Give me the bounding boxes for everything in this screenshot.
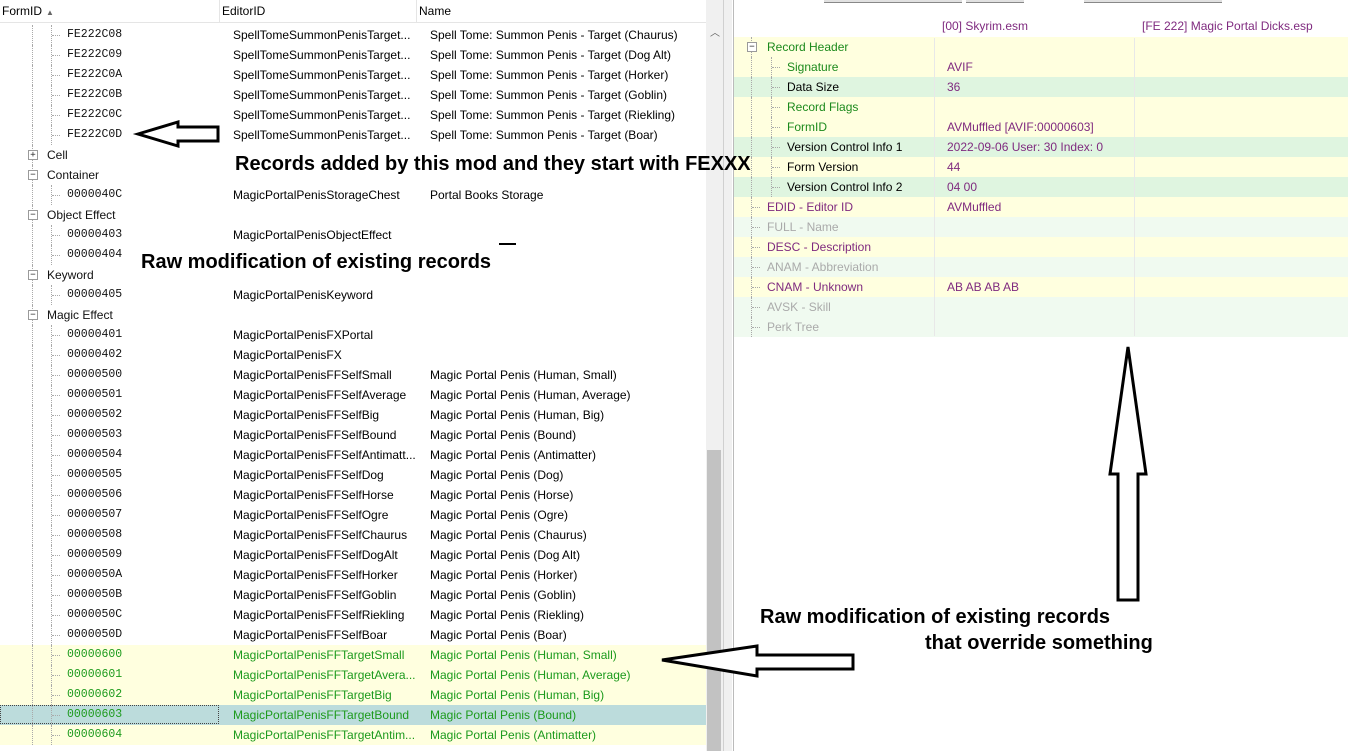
arrow-left-icon xyxy=(132,119,220,149)
arrow-up-icon xyxy=(1108,346,1148,602)
annotation-added-records: Records added by this mod and they start… xyxy=(235,153,751,175)
annotation-raw-modification: Raw modification of existing records xyxy=(141,251,492,273)
annotation-override-line2: that override something xyxy=(925,632,1153,654)
arrow-left-icon xyxy=(661,644,855,678)
annotation-override-line1: Raw modification of existing records xyxy=(760,606,1111,628)
